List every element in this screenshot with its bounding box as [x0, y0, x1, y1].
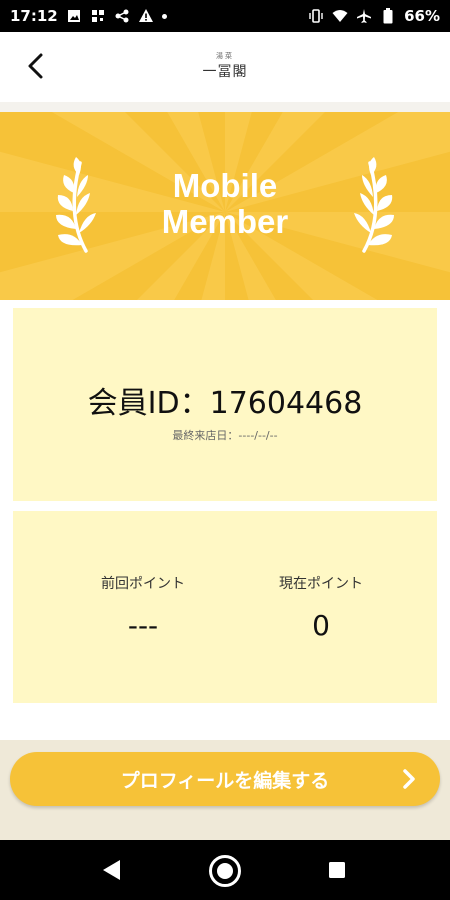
- current-points-value: 0: [312, 609, 330, 642]
- status-bar: 17:12 66%: [0, 0, 450, 32]
- notification-dot-icon: [161, 13, 167, 19]
- share-network-icon: [114, 8, 130, 24]
- edit-profile-button[interactable]: プロフィールを編集する: [10, 752, 440, 806]
- battery-percent: 66%: [404, 7, 440, 25]
- image-icon: [66, 8, 82, 24]
- nav-home-icon[interactable]: [208, 854, 242, 888]
- member-id-card: 会員ID：17604468 最終来店日：----/--/--: [13, 308, 437, 501]
- status-time: 17:12: [10, 7, 58, 25]
- qr-icon: [90, 8, 106, 24]
- vibrate-icon: [308, 8, 324, 24]
- app-header: 湯菜 一冨閣: [0, 32, 450, 102]
- laurel-right-icon: [354, 157, 394, 253]
- system-navigation-bar: [0, 840, 450, 900]
- laurel-left-icon: [56, 157, 96, 253]
- current-points-label: 現在ポイント: [279, 576, 363, 592]
- chevron-right-icon: [403, 769, 415, 789]
- previous-points-label: 前回ポイント: [101, 576, 185, 592]
- last-visit-date: 最終来店日：----/--/--: [172, 429, 278, 442]
- chevron-left-icon: [28, 53, 43, 79]
- member-id: 会員ID：17604468: [87, 386, 363, 421]
- nav-recent-apps-icon[interactable]: [328, 861, 346, 879]
- logo-subtext: 湯菜: [216, 52, 234, 60]
- previous-points-value: ---: [127, 609, 159, 642]
- edit-profile-label: プロフィールを編集する: [120, 769, 330, 792]
- logo-text: 一冨閣: [202, 64, 248, 80]
- points-card: 前回ポイント --- 現在ポイント 0: [13, 511, 437, 703]
- nav-back-icon[interactable]: [100, 858, 122, 882]
- warning-icon: [138, 8, 154, 24]
- battery-icon: [380, 8, 396, 24]
- airplane-icon: [356, 8, 372, 24]
- wifi-icon: [332, 8, 348, 24]
- back-button[interactable]: [20, 50, 52, 82]
- brand-logo: 湯菜 一冨閣: [185, 44, 265, 88]
